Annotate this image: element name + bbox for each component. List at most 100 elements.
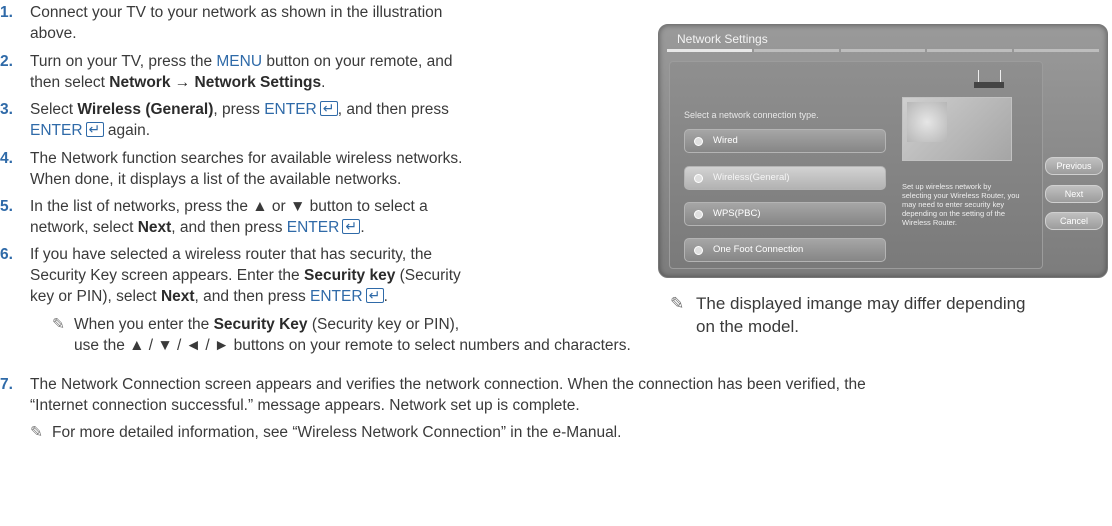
- step-line: Turn on your TV, press the MENU button o…: [30, 51, 610, 72]
- tv-screen-graphic: [907, 102, 947, 142]
- progress-tabs: [667, 49, 1099, 52]
- step-text: Select Wireless (General), press ENTER , …: [30, 98, 610, 141]
- enter-key-label: ENTER: [310, 288, 363, 305]
- step-line: Select Wireless (General), press ENTER , …: [30, 98, 610, 120]
- settings-panel: Select a network connection type. Wired …: [669, 61, 1043, 269]
- router-icon: [970, 70, 1010, 94]
- text-run: , and then press: [337, 101, 449, 118]
- progress-tab: [927, 49, 1013, 52]
- progress-tab: [1014, 49, 1099, 52]
- progress-tab: [840, 49, 926, 52]
- next-button[interactable]: Next: [1045, 185, 1103, 203]
- router-body: [974, 82, 1004, 88]
- step-number: 2.: [0, 53, 13, 70]
- step-line: then select Network → Network Settings.: [30, 72, 610, 93]
- text-run: (Security: [395, 267, 461, 284]
- step-number: 4.: [0, 150, 13, 167]
- figure-caption-note: ✎ The displayed imange may differ dependi…: [670, 292, 1110, 338]
- radio-dot-icon: [694, 246, 703, 255]
- text-run: .: [360, 219, 365, 236]
- pencil-note-icon: ✎: [30, 424, 43, 441]
- step-text: In the list of networks, press the ▲ or …: [30, 196, 610, 238]
- screen-title: Network Settings: [677, 32, 768, 46]
- enter-key-label: ENTER: [30, 122, 83, 139]
- text-run: , and then press: [194, 288, 311, 305]
- text-run: Select: [30, 101, 78, 118]
- next-label: Next: [160, 288, 195, 305]
- text-run: network, select: [30, 219, 138, 236]
- radio-dot-icon: [694, 210, 703, 219]
- progress-tab: [753, 49, 839, 52]
- text-run: (Security key or PIN),: [307, 316, 460, 333]
- step-text: The Network Connection screen appears an…: [30, 374, 1112, 416]
- option-label: WPS(PBC): [713, 208, 761, 219]
- text-run: , press: [213, 101, 265, 118]
- cancel-button[interactable]: Cancel: [1045, 212, 1103, 230]
- step-line: key or PIN), select Next, and then press…: [30, 285, 610, 307]
- option-label: One Foot Connection: [713, 244, 804, 255]
- progress-tab: [667, 49, 752, 52]
- text-run: When you enter the: [74, 316, 214, 333]
- step-line: The Network Connection screen appears an…: [30, 376, 866, 393]
- enter-key-icon: [85, 119, 104, 140]
- step-line: Connect your TV to your network as shown…: [30, 4, 443, 21]
- text-run: , and then press: [171, 219, 287, 236]
- next-label: Next: [137, 219, 172, 236]
- option-one-foot-connection[interactable]: One Foot Connection: [684, 238, 886, 262]
- option-wired[interactable]: Wired: [684, 129, 886, 153]
- step-number: 1.: [0, 4, 13, 21]
- option-label: Wireless(General): [713, 172, 790, 183]
- step-text: Turn on your TV, press the MENU button o…: [30, 51, 610, 93]
- text-run: .: [321, 74, 326, 91]
- note-line: use the ▲ / ▼ / ◄ / ► buttons on your re…: [74, 337, 631, 354]
- text-run: again.: [103, 122, 151, 139]
- step-line: Security Key screen appears. Enter the S…: [30, 265, 610, 286]
- step-text: If you have selected a wireless router t…: [30, 244, 610, 307]
- step-line: above.: [30, 25, 77, 42]
- text-run: key or PIN), select: [30, 288, 161, 305]
- more-info-note: ✎ For more detailed information, see “Wir…: [30, 422, 1090, 443]
- previous-button[interactable]: Previous: [1045, 157, 1103, 175]
- step-line: ENTER again.: [30, 119, 610, 141]
- option-wps-pbc[interactable]: WPS(PBC): [684, 202, 886, 226]
- text-run: button on your remote, and: [262, 53, 453, 70]
- menu-key-label: MENU: [216, 53, 263, 70]
- step-line: The Network function searches for availa…: [30, 150, 463, 167]
- pencil-note-icon: ✎: [670, 294, 685, 313]
- step-number: 3.: [0, 101, 13, 118]
- note-text: For more detailed information, see “Wire…: [52, 424, 622, 441]
- step-number: 6.: [0, 246, 13, 263]
- connection-prompt: Select a network connection type.: [684, 110, 819, 120]
- option-wireless-general[interactable]: Wireless(General): [684, 166, 886, 190]
- note-line: ✎ The displayed imange may differ dependi…: [670, 292, 1110, 315]
- enter-key-icon: [342, 216, 361, 237]
- text-run: .: [383, 288, 388, 305]
- step-number: 7.: [0, 376, 13, 393]
- security-key-label: Security Key: [213, 316, 308, 333]
- radio-dot-icon: [694, 174, 703, 183]
- step-line: When done, it displays a list of the ava…: [30, 171, 402, 188]
- enter-key-icon: [365, 285, 384, 306]
- step-number: 5.: [0, 198, 13, 215]
- step-text: Connect your TV to your network as shown…: [30, 2, 610, 44]
- radio-dot-icon: [694, 137, 703, 146]
- wireless-illustration-image: [902, 97, 1012, 161]
- text-run: The displayed imange may differ dependin…: [696, 294, 1026, 313]
- connection-description: Set up wireless network by selecting you…: [902, 182, 1020, 227]
- menu-path: Network → Network Settings: [109, 74, 322, 91]
- note-line: on the model.: [696, 317, 800, 336]
- step-text: The Network function searches for availa…: [30, 148, 610, 190]
- step-line: “Internet connection successful.” messag…: [30, 397, 580, 414]
- tv-network-settings-screen: Network Settings Select a network connec…: [658, 24, 1108, 278]
- option-name: Wireless (General): [77, 101, 214, 118]
- enter-key-label: ENTER: [286, 219, 340, 236]
- text-run: Turn on your TV, press the: [30, 53, 217, 70]
- enter-key-label: ENTER: [264, 101, 317, 118]
- step-line: network, select Next, and then press ENT…: [30, 216, 610, 238]
- step-line: In the list of networks, press the ▲ or …: [30, 198, 428, 215]
- option-label: Wired: [713, 135, 738, 146]
- text-run: then select: [30, 74, 110, 91]
- pencil-note-icon: ✎: [52, 316, 65, 333]
- step-line: If you have selected a wireless router t…: [30, 246, 433, 263]
- enter-key-icon: [319, 98, 338, 119]
